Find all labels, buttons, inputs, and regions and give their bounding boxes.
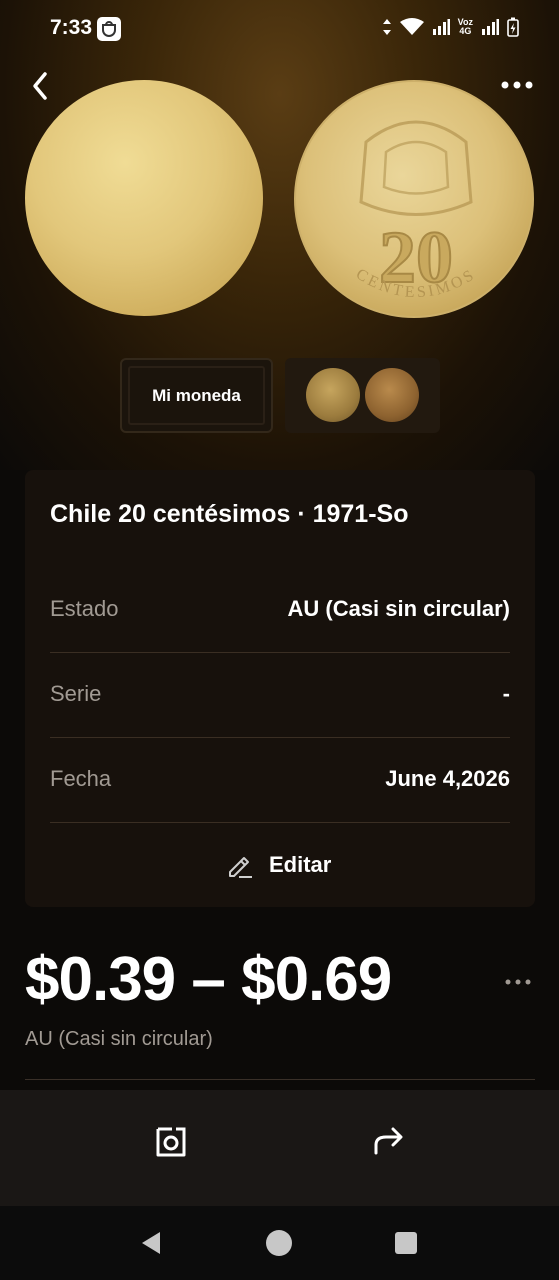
nav-recent-apps-icon[interactable] [395,1232,417,1254]
wifi-icon [399,18,424,35]
pencil-icon [229,857,252,878]
coin-title: Chile 20 centésimos · 1971-So [50,500,409,528]
reference-obverse-thumbnail [306,368,360,422]
detail-label: Serie [50,681,102,706]
action-bar [0,1090,559,1206]
share-button[interactable] [368,1121,408,1161]
detail-value: June 4,2026 [385,766,510,791]
chevron-left-icon [33,72,47,100]
price-more-button[interactable] [503,972,533,992]
coin-reverse-image[interactable]: 20 CENTESIMOS [294,80,534,318]
price-range: $0.39 – $0.69 [25,945,392,1014]
signal-icon [432,19,450,35]
reference-reverse-thumbnail [365,368,419,422]
status-bar: 7:33 Voz 4G [0,0,559,56]
detail-row-estado: Estado AU (Casi sin circular) [50,568,510,653]
bag-icon [97,17,121,41]
back-button[interactable] [26,66,56,106]
status-icons: Voz 4G [382,17,519,37]
detail-row-serie: Serie - [50,653,510,738]
detail-label: Fecha [50,766,112,791]
edit-button[interactable]: Editar [225,848,331,882]
price-condition: AU (Casi sin circular) [25,1028,213,1050]
tab-mi-moneda-label: Mi moneda [128,366,265,425]
signal-icon [482,19,499,35]
add-photo-button[interactable] [150,1121,190,1161]
tab-mi-moneda[interactable]: Mi moneda [120,358,273,433]
coin-obverse-image[interactable] [25,80,263,316]
camera-icon [156,1127,186,1157]
divider [25,1079,535,1080]
more-horizontal-icon [505,979,531,985]
status-time: 7:33 [50,16,93,39]
detail-row-fecha: Fecha June 4,2026 [50,738,510,823]
network-type: Voz 4G [457,17,473,36]
tab-reference-coins[interactable] [285,358,440,433]
data-arrows-icon [382,19,391,35]
detail-label: Estado [50,596,119,621]
nav-back-icon[interactable] [138,1230,164,1256]
detail-value: AU (Casi sin circular) [287,596,510,621]
edit-label: Editar [269,852,332,877]
coin-details-card: Chile 20 centésimos · 1971-So Estado AU … [25,470,535,907]
detail-value: - [502,681,510,706]
nav-home-icon[interactable] [266,1230,292,1256]
coin-reverse-design: 20 CENTESIMOS [353,120,476,301]
battery-charging-icon [507,17,519,37]
share-icon [374,1127,403,1155]
